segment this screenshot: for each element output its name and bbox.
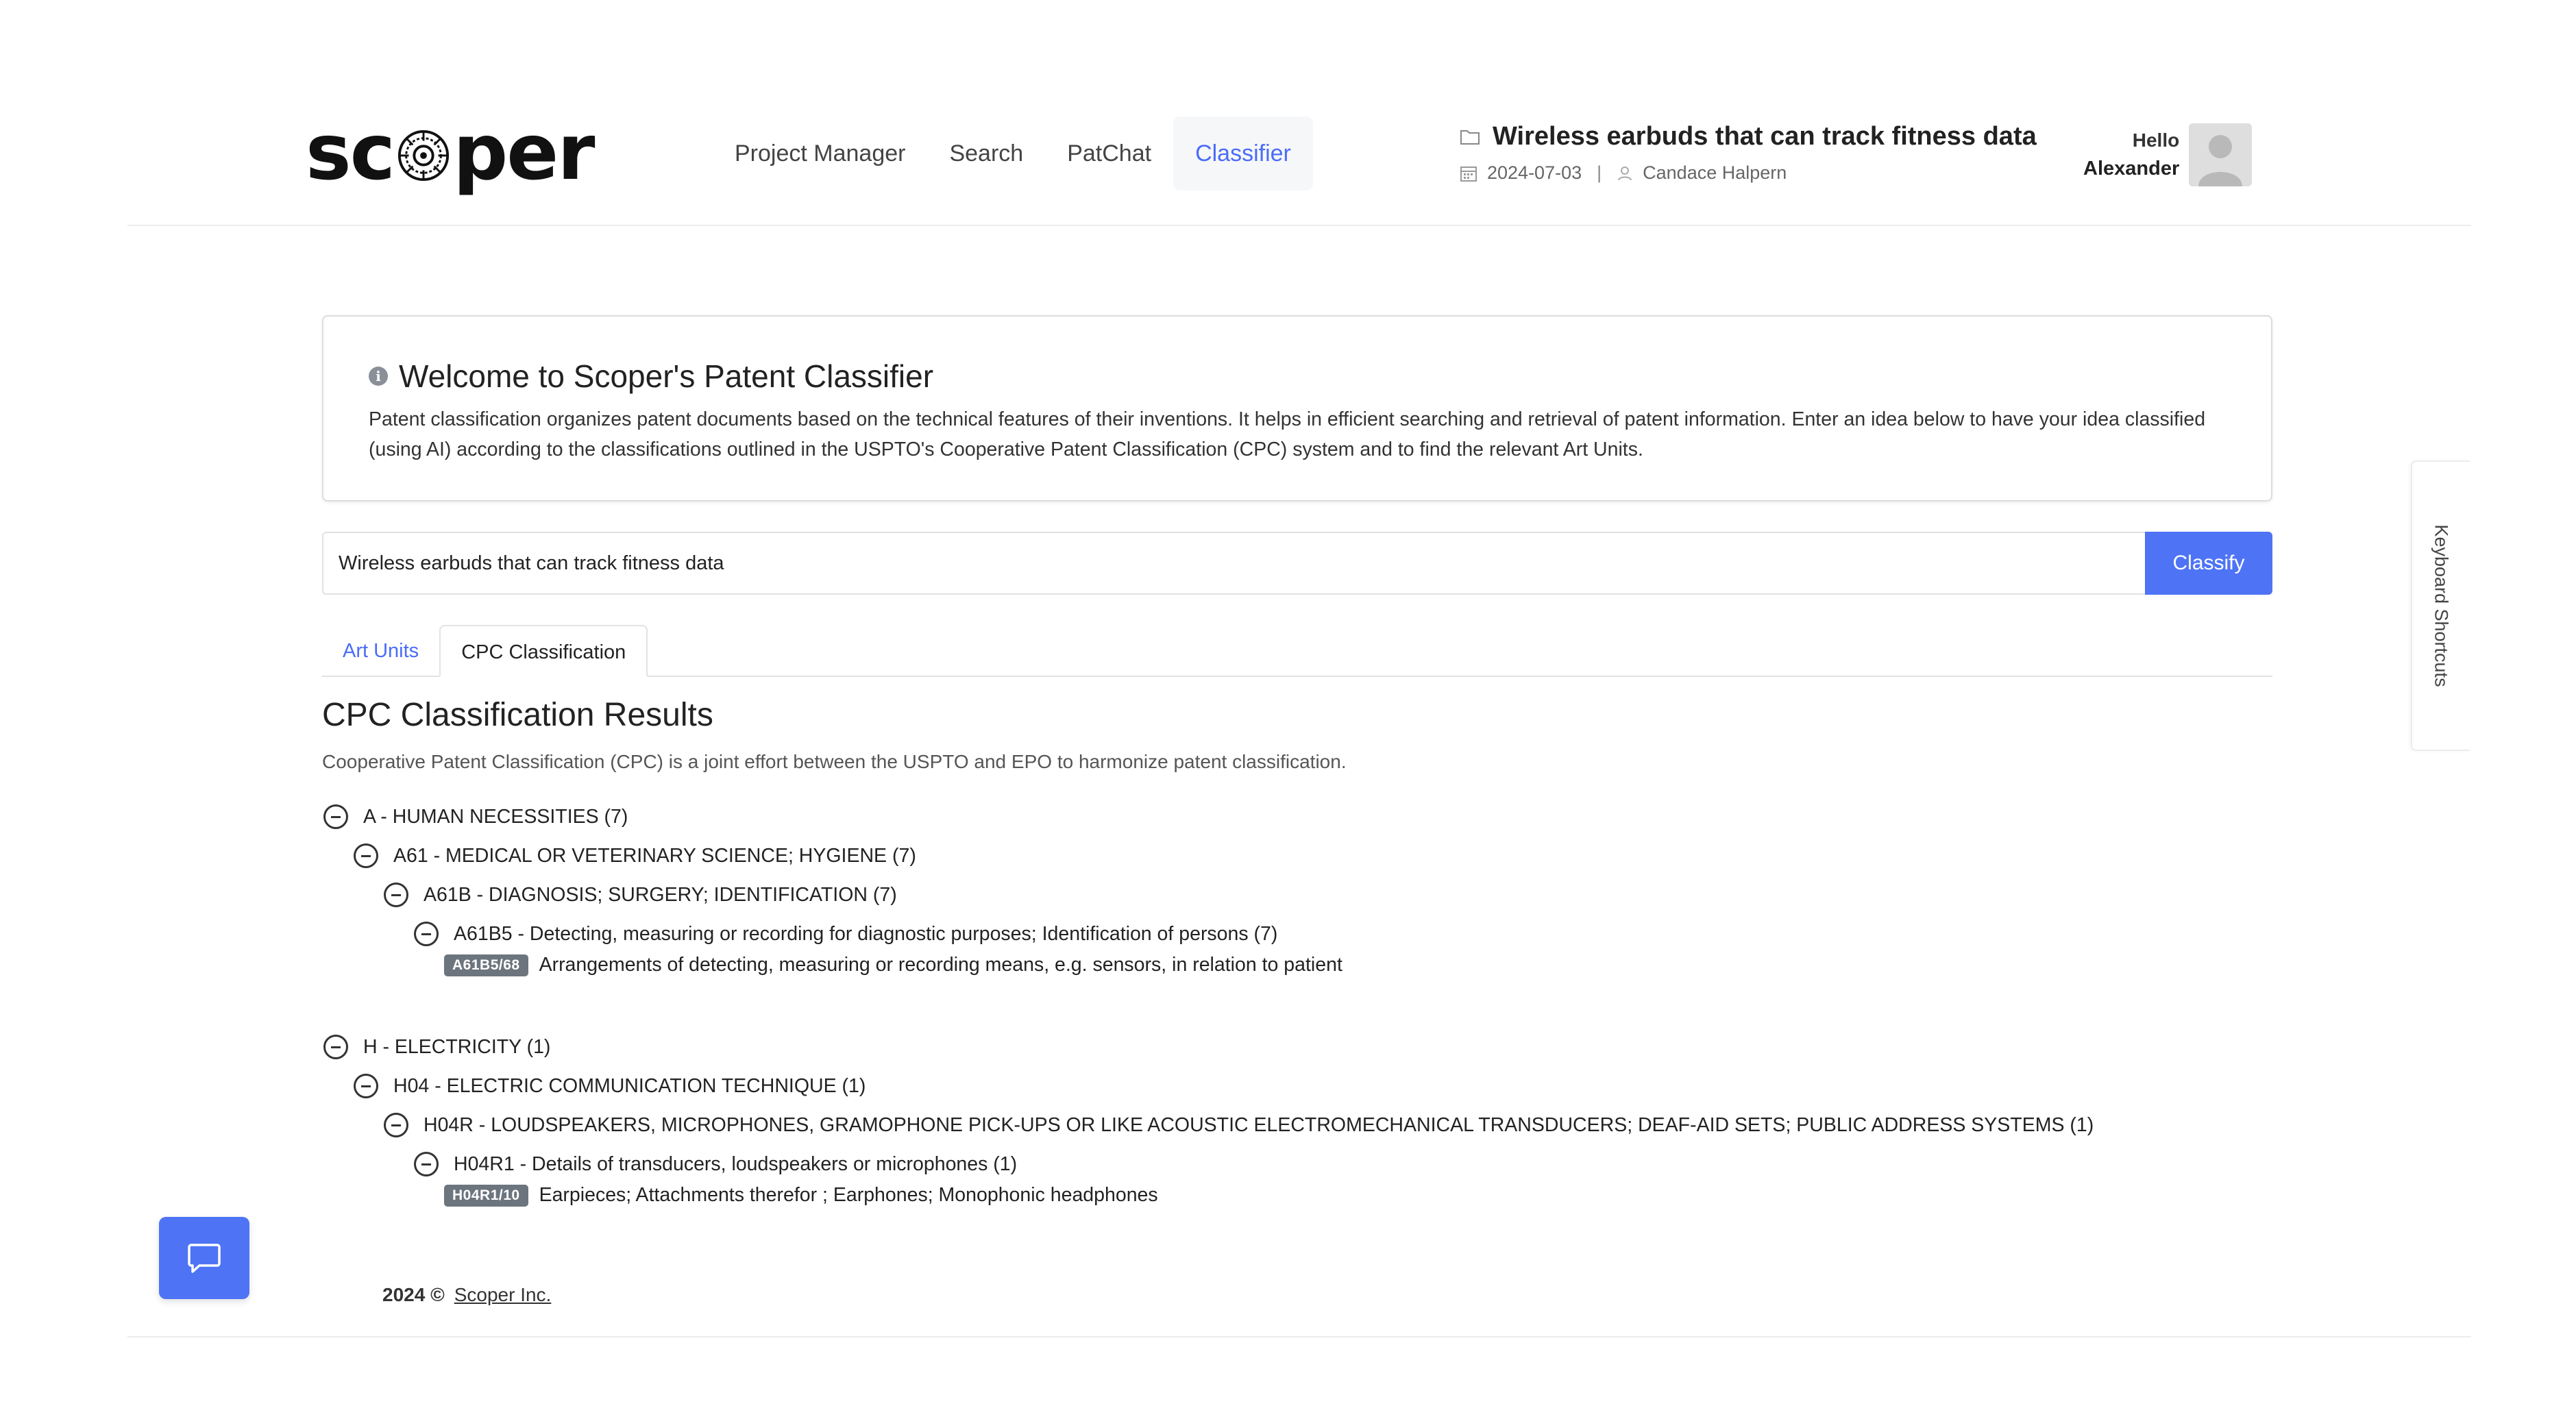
- nav-patchat[interactable]: PatChat: [1045, 116, 1173, 190]
- avatar-placeholder-icon: [2189, 123, 2253, 186]
- chat-button[interactable]: [159, 1217, 249, 1299]
- tree-node-subclass: A61B - DIAGNOSIS; SURGERY; IDENTIFICATIO…: [384, 883, 897, 907]
- scoper-logo[interactable]: sc per: [306, 108, 595, 197]
- user-menu[interactable]: Hello Alexander: [2083, 123, 2253, 186]
- tree-node-group: A61B5 - Detecting, measuring or recordin…: [414, 922, 1277, 946]
- leaf-description: Arrangements of detecting, measuring or …: [539, 954, 1342, 976]
- node-label: H04 - ELECTRIC COMMUNICATION TECHNIQUE (…: [393, 1074, 866, 1097]
- nav-search[interactable]: Search: [927, 116, 1045, 190]
- calendar-icon: [1460, 166, 1477, 182]
- welcome-description: Patent classification organizes patent d…: [369, 408, 2206, 460]
- main-nav: Project Manager Search PatChat Classifie…: [713, 116, 1313, 190]
- collapse-icon[interactable]: [414, 922, 439, 946]
- tree-leaf: A61B5/68 Arrangements of detecting, meas…: [444, 954, 1342, 976]
- classify-form: Classify: [322, 532, 2272, 595]
- collapse-icon[interactable]: [384, 883, 408, 907]
- tree-node-group: H04R1 - Details of transducers, loudspea…: [414, 1152, 1017, 1176]
- project-meta: 2024-07-03 | Candace Halpern: [1460, 162, 2037, 184]
- info-icon: i: [369, 367, 388, 386]
- header-divider: [127, 225, 2471, 226]
- results-subtitle: Cooperative Patent Classification (CPC) …: [322, 751, 1347, 772]
- cpc-code-badge: A61B5/68: [444, 954, 528, 976]
- collapse-icon[interactable]: [414, 1152, 439, 1176]
- logo-text-left: sc: [306, 108, 395, 197]
- cpc-code-badge: H04R1/10: [444, 1184, 528, 1207]
- results-title: CPC Classification Results: [322, 697, 713, 733]
- user-greeting: Hello Alexander: [2083, 127, 2179, 184]
- collapse-icon[interactable]: [354, 843, 378, 868]
- node-label: A61B5 - Detecting, measuring or recordin…: [454, 922, 1278, 945]
- user-name: Alexander: [2083, 158, 2180, 180]
- user-icon: [1618, 166, 1632, 180]
- tree-node-class: H04 - ELECTRIC COMMUNICATION TECHNIQUE (…: [354, 1074, 866, 1098]
- project-date: 2024-07-03: [1487, 162, 1582, 183]
- result-tabs: Art Units CPC Classification: [322, 625, 2272, 677]
- welcome-card: i Welcome to Scoper's Patent Classifier …: [322, 315, 2272, 502]
- collapse-icon[interactable]: [384, 1113, 408, 1137]
- tab-cpc-classification[interactable]: CPC Classification: [439, 625, 648, 677]
- company-link[interactable]: Scoper Inc.: [454, 1284, 552, 1306]
- node-label: A - HUMAN NECESSITIES (7): [363, 805, 628, 828]
- avatar[interactable]: [2189, 123, 2253, 186]
- project-title-row: Wireless earbuds that can track fitness …: [1460, 122, 2037, 151]
- footer: 2024 © Scoper Inc.: [382, 1284, 551, 1306]
- collapse-icon[interactable]: [323, 804, 348, 829]
- chat-bubble-icon: [188, 1244, 221, 1273]
- classify-button[interactable]: Classify: [2145, 532, 2272, 595]
- keyboard-shortcuts-label: Keyboard Shortcuts: [2431, 524, 2452, 687]
- project-owner: Candace Halpern: [1643, 162, 1787, 183]
- nav-classifier[interactable]: Classifier: [1173, 116, 1313, 190]
- copyright-year: 2024 ©: [382, 1284, 445, 1305]
- node-label: A61B - DIAGNOSIS; SURGERY; IDENTIFICATIO…: [424, 883, 897, 906]
- footer-divider: [127, 1336, 2471, 1337]
- node-label: H - ELECTRICITY (1): [363, 1035, 551, 1058]
- logo-text-right: per: [453, 108, 595, 197]
- nav-project-manager[interactable]: Project Manager: [713, 116, 927, 190]
- node-label: H04R1 - Details of transducers, loudspea…: [454, 1152, 1018, 1175]
- mandala-logo-icon: [398, 130, 450, 182]
- tree-node-section: H - ELECTRICITY (1): [323, 1035, 550, 1059]
- tree-node-section: A - HUMAN NECESSITIES (7): [323, 804, 628, 829]
- tree-node-subclass: H04R - LOUDSPEAKERS, MICROPHONES, GRAMOP…: [384, 1113, 2094, 1137]
- tree-node-class: A61 - MEDICAL OR VETERINARY SCIENCE; HYG…: [354, 843, 916, 868]
- tab-art-units[interactable]: Art Units: [322, 625, 439, 677]
- greeting-text: Hello: [2132, 129, 2180, 151]
- collapse-icon[interactable]: [323, 1035, 348, 1059]
- welcome-title: Welcome to Scoper's Patent Classifier: [399, 358, 934, 394]
- node-label: A61 - MEDICAL OR VETERINARY SCIENCE; HYG…: [393, 844, 916, 867]
- meta-separator: |: [1597, 162, 1602, 183]
- current-project[interactable]: Wireless earbuds that can track fitness …: [1460, 122, 2037, 184]
- project-title: Wireless earbuds that can track fitness …: [1493, 122, 2037, 151]
- folder-icon: [1460, 130, 1480, 145]
- welcome-title-row: i Welcome to Scoper's Patent Classifier: [369, 358, 2226, 395]
- collapse-icon[interactable]: [354, 1074, 378, 1098]
- leaf-description: Earpieces; Attachments therefor ; Earpho…: [539, 1184, 1158, 1206]
- idea-input[interactable]: [322, 532, 2145, 595]
- tree-leaf: H04R1/10 Earpieces; Attachments therefor…: [444, 1184, 1158, 1207]
- keyboard-shortcuts-tab[interactable]: Keyboard Shortcuts: [2411, 460, 2470, 751]
- node-label: H04R - LOUDSPEAKERS, MICROPHONES, GRAMOP…: [424, 1113, 2094, 1136]
